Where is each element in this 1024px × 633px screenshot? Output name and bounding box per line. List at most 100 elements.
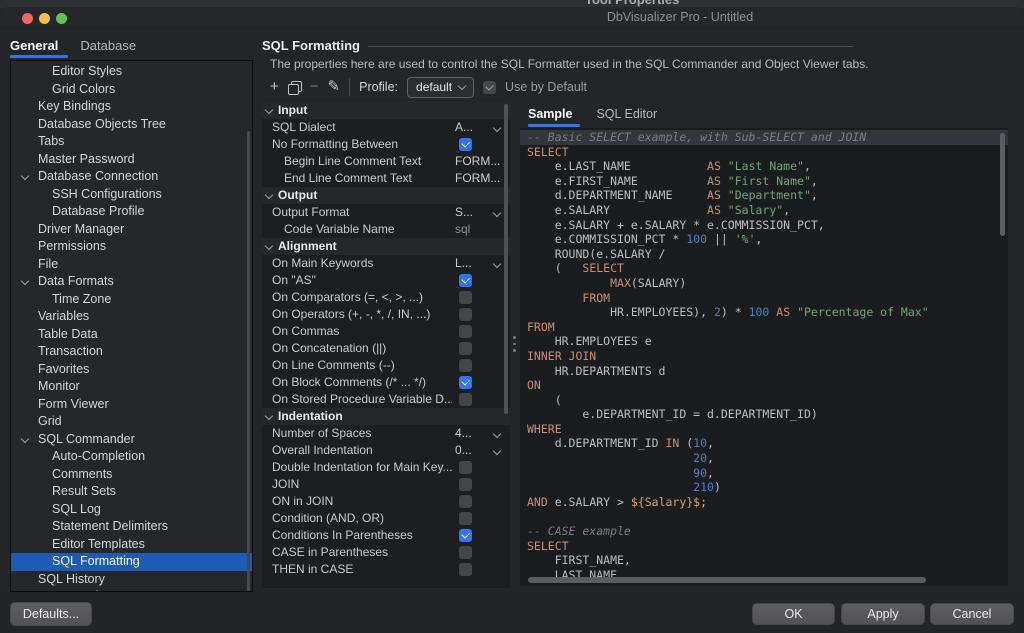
sidebar-item-sql-formatting[interactable]: SQL Formatting [11, 553, 252, 571]
sidebar-item-sql-commander[interactable]: SQL Commander [11, 431, 252, 449]
setting-label: End Line Comment Text [284, 170, 452, 187]
remove-profile-icon[interactable]: − [310, 77, 319, 97]
setting-checkbox[interactable] [459, 495, 472, 508]
sidebar-item-permissions[interactable]: Permissions [11, 238, 252, 256]
zoom-button[interactable] [56, 13, 67, 24]
settings-section-input[interactable]: Input [262, 102, 510, 119]
sidebar-item-database-profile[interactable]: Database Profile [11, 203, 252, 221]
sidebar-item-grid[interactable]: Grid [11, 413, 252, 431]
chevron-down-icon[interactable] [265, 191, 273, 199]
chevron-down-icon[interactable] [265, 412, 273, 420]
setting-checkbox[interactable] [459, 512, 472, 525]
setting-label: CASE in Parentheses [272, 544, 452, 561]
edit-profile-icon[interactable]: ✎ [328, 77, 341, 97]
setting-label: Begin Line Comment Text [284, 153, 452, 170]
code-line: 90, [520, 466, 1008, 481]
profile-toolbar: + − ✎ Profile: default Use by Default [270, 76, 587, 98]
setting-checkbox[interactable] [459, 563, 472, 576]
add-profile-icon[interactable]: + [270, 77, 279, 97]
setting-label: Conditions In Parentheses [272, 527, 452, 544]
setting-label: THEN in CASE [272, 561, 452, 578]
profile-dropdown[interactable]: default [407, 77, 474, 98]
splitter-handle[interactable] [513, 336, 516, 356]
sidebar-item-editor-styles[interactable]: Editor Styles [11, 63, 252, 81]
setting-label: Double Indentation for Main Key... [272, 459, 452, 476]
sidebar-item-sql-log[interactable]: SQL Log [11, 501, 252, 519]
cancel-button[interactable]: Cancel [930, 603, 1014, 625]
chevron-down-icon[interactable] [21, 277, 29, 285]
sidebar-item-statement-delimiters[interactable]: Statement Delimiters [11, 518, 252, 536]
sidebar-item-driver-manager[interactable]: Driver Manager [11, 221, 252, 239]
sidebar-item-data-formats[interactable]: Data Formats [11, 273, 252, 291]
setting-checkbox[interactable] [459, 274, 472, 287]
sidebar-item-time-zone[interactable]: Time Zone [11, 291, 252, 309]
sidebar-item-key-bindings[interactable]: Key Bindings [11, 98, 252, 116]
setting-row-end-line-comment-text: End Line Comment TextFORM... [262, 170, 510, 187]
sidebar-item-form-viewer[interactable]: Form Viewer [11, 396, 252, 414]
settings-section-alignment[interactable]: Alignment [262, 238, 510, 255]
sidebar-item-database-objects-tree[interactable]: Database Objects Tree [11, 116, 252, 134]
tab-sql-editor[interactable]: SQL Editor [596, 103, 657, 127]
apply-button[interactable]: Apply [841, 603, 925, 625]
setting-checkbox[interactable] [459, 478, 472, 491]
code-line: -- Basic SELECT example, with Sub-SELECT… [520, 130, 1008, 145]
setting-checkbox[interactable] [459, 393, 472, 406]
sidebar-item-favorites[interactable]: Favorites [11, 361, 252, 379]
sidebar-item-tabs[interactable]: Tabs [11, 133, 252, 151]
code-line: ( SELECT [520, 261, 1008, 276]
chevron-down-icon[interactable] [265, 106, 273, 114]
ok-button[interactable]: OK [752, 603, 835, 625]
sidebar-item-transaction[interactable]: Transaction [11, 343, 252, 361]
setting-checkbox[interactable] [459, 529, 472, 542]
setting-checkbox[interactable] [459, 291, 472, 304]
category-tree[interactable]: Editor StylesGrid ColorsKey BindingsData… [10, 60, 253, 592]
formatting-settings-list[interactable]: InputSQL DialectA...No Formatting Betwee… [262, 102, 510, 588]
code-line: ( [520, 393, 1008, 408]
sql-sample-editor[interactable]: -- Basic SELECT example, with Sub-SELECT… [520, 128, 1008, 586]
code-vertical-scrollbar[interactable] [1000, 133, 1005, 236]
code-horizontal-scrollbar[interactable] [528, 577, 926, 583]
sidebar-item-database-connection[interactable]: Database Connection [11, 168, 252, 186]
tree-scrollbar[interactable] [247, 131, 250, 592]
sidebar-item-result-sets[interactable]: Result Sets [11, 483, 252, 501]
close-button[interactable] [22, 13, 33, 24]
code-line: FROM [520, 320, 1008, 335]
sidebar-item-sql-history[interactable]: SQL History [11, 571, 252, 589]
sidebar-item-monitor[interactable]: Monitor [11, 378, 252, 396]
sidebar-item-grid-colors[interactable]: Grid Colors [11, 81, 252, 99]
setting-row-double-indentation-for-main-key: Double Indentation for Main Key... [262, 459, 510, 476]
tab-database[interactable]: Database [80, 33, 136, 59]
setting-checkbox[interactable] [459, 308, 472, 321]
setting-row-on-stored-procedure-variable-d: On Stored Procedure Variable D... [262, 391, 510, 408]
copy-profile-icon[interactable] [288, 81, 301, 94]
sidebar-item-master-password[interactable]: Master Password [11, 151, 252, 169]
sidebar-item-auto-completion[interactable]: Auto-Completion [11, 448, 252, 466]
defaults-button[interactable]: Defaults... [10, 602, 92, 626]
chevron-down-icon[interactable] [21, 172, 29, 180]
code-line: SELECT [520, 539, 1008, 554]
setting-checkbox[interactable] [459, 342, 472, 355]
setting-checkbox[interactable] [459, 461, 472, 474]
footer-bar: Defaults... OK Apply Cancel [0, 592, 1024, 633]
setting-checkbox[interactable] [459, 325, 472, 338]
use-by-default-checkbox[interactable] [483, 81, 496, 94]
setting-checkbox[interactable] [459, 138, 472, 151]
setting-label: JOIN [272, 476, 452, 493]
chevron-down-icon[interactable] [265, 242, 273, 250]
settings-scrollbar[interactable] [504, 104, 508, 414]
sidebar-item-comments[interactable]: Comments [11, 466, 252, 484]
sidebar-item-table-data[interactable]: Table Data [11, 326, 252, 344]
setting-checkbox[interactable] [459, 376, 472, 389]
setting-row-on-block-comments: On Block Comments (/* ... */) [262, 374, 510, 391]
chevron-down-icon[interactable] [21, 434, 29, 442]
sidebar-item-label: Permissions [38, 238, 106, 256]
sidebar-item-variables[interactable]: Variables [11, 308, 252, 326]
sidebar-item-editor-templates[interactable]: Editor Templates [11, 536, 252, 554]
sidebar-item-file[interactable]: File [11, 256, 252, 274]
setting-checkbox[interactable] [459, 359, 472, 372]
settings-section-output[interactable]: Output [262, 187, 510, 204]
settings-section-indentation[interactable]: Indentation [262, 408, 510, 425]
sidebar-item-ssh-configurations[interactable]: SSH Configurations [11, 186, 252, 204]
minimize-button[interactable] [39, 13, 50, 24]
setting-checkbox[interactable] [459, 546, 472, 559]
